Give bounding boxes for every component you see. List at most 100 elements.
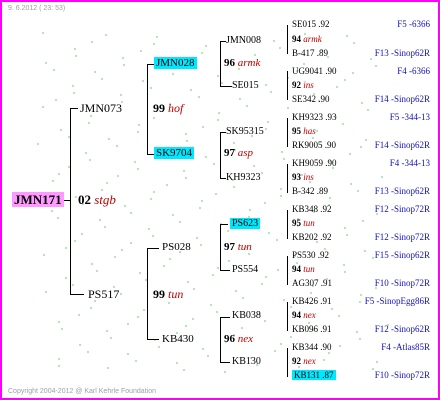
background-dot — [123, 205, 126, 207]
background-dot — [172, 73, 175, 75]
background-dot — [136, 131, 139, 133]
background-dot — [263, 320, 266, 322]
gen3-breeder: asp — [237, 147, 254, 159]
gen4-breeder: tun — [303, 218, 315, 228]
background-dot — [165, 184, 168, 186]
background-dot — [215, 311, 218, 313]
background-dot — [106, 330, 109, 332]
background-dot — [169, 258, 172, 260]
background-dot — [119, 293, 122, 295]
background-dot — [87, 122, 90, 124]
gen4-name: PS554 — [232, 264, 259, 275]
background-dot — [121, 249, 124, 251]
background-dot — [241, 297, 244, 299]
connector-line — [287, 118, 288, 147]
background-dot — [289, 306, 292, 308]
background-dot — [200, 244, 203, 246]
root-name: JMN171 — [12, 192, 64, 207]
background-dot — [93, 71, 96, 73]
background-dot — [57, 173, 60, 175]
sire-info: 99 hof — [153, 101, 183, 116]
background-dot — [44, 291, 47, 293]
gen5-ref: F4 -344-13 — [389, 158, 430, 168]
background-dot — [275, 239, 278, 241]
background-dot — [224, 371, 227, 373]
background-dot — [238, 98, 241, 100]
gen3-node: SK9704 — [154, 147, 195, 159]
background-dot — [276, 269, 279, 271]
background-dot — [216, 119, 219, 121]
background-dot — [338, 315, 341, 317]
gen4-breeder: tun — [303, 264, 315, 274]
root-breeder: stgb — [94, 192, 116, 207]
background-dot — [153, 117, 156, 119]
gen4-name: JMN008 — [226, 35, 262, 46]
gen4-breeder: nex — [303, 310, 316, 320]
gen5-ref: F5 -6366 — [397, 19, 430, 29]
gen5-name: KB348 .92 — [292, 204, 332, 214]
background-dot — [278, 47, 281, 49]
background-dot — [202, 348, 204, 350]
gen4-info: 92 ins — [292, 80, 314, 90]
background-dot — [171, 214, 174, 216]
background-dot — [156, 36, 159, 38]
gen4-year: 93 — [292, 172, 301, 182]
background-dot — [253, 54, 256, 56]
background-dot — [127, 323, 130, 325]
background-dot — [357, 190, 360, 192]
gen4-year: 92 — [292, 356, 301, 366]
background-dot — [364, 250, 367, 252]
background-dot — [86, 351, 89, 353]
background-dot — [227, 230, 230, 232]
background-dot — [185, 140, 188, 142]
background-dot — [185, 133, 188, 135]
gen5-ref: F14 -Sinop62R — [374, 140, 430, 150]
background-dot — [312, 137, 315, 139]
background-dot — [210, 304, 213, 306]
background-dot — [64, 277, 67, 279]
gen3-name: PS028 — [162, 241, 191, 253]
background-dot — [246, 105, 249, 107]
background-dot — [73, 240, 76, 242]
background-dot — [218, 112, 221, 114]
connector-line — [64, 200, 70, 201]
background-dot — [193, 288, 196, 290]
background-dot — [374, 65, 377, 67]
gen5-name: KB131 .87 — [292, 370, 336, 380]
connector-line — [287, 164, 288, 193]
gen4-year: 95 — [292, 218, 301, 228]
background-dot — [134, 161, 137, 163]
background-dot — [147, 228, 150, 230]
background-dot — [73, 92, 76, 94]
background-dot — [280, 151, 283, 153]
background-dot — [45, 62, 48, 64]
connector-line — [220, 132, 221, 179]
background-dot — [105, 182, 108, 184]
gen4-breeder: nex — [303, 356, 316, 366]
background-dot — [343, 271, 346, 273]
background-dot — [78, 314, 81, 316]
background-dot — [212, 163, 215, 165]
background-dot — [60, 129, 63, 131]
background-dot — [89, 159, 92, 161]
background-dot — [248, 253, 251, 255]
background-dot — [53, 69, 56, 71]
sire-year: 99 — [153, 101, 165, 115]
gen4-breeder: ins — [303, 80, 314, 90]
gen3-node: JMN028 — [154, 57, 197, 69]
background-dot — [61, 328, 64, 330]
background-dot — [280, 343, 283, 345]
gen4-info: 93 ins — [292, 172, 314, 182]
background-dot — [264, 128, 267, 130]
background-dot — [99, 219, 102, 221]
gen3-name: JMN028 — [154, 57, 197, 69]
background-dot — [153, 191, 156, 193]
background-dot — [267, 232, 270, 234]
background-dot — [328, 352, 331, 354]
connector-line — [287, 25, 288, 54]
background-dot — [54, 99, 57, 101]
background-dot — [134, 360, 137, 362]
connector-line — [70, 108, 78, 109]
gen5-name: KH9323 .93 — [292, 112, 337, 122]
gen4-year: 94 — [292, 264, 301, 274]
